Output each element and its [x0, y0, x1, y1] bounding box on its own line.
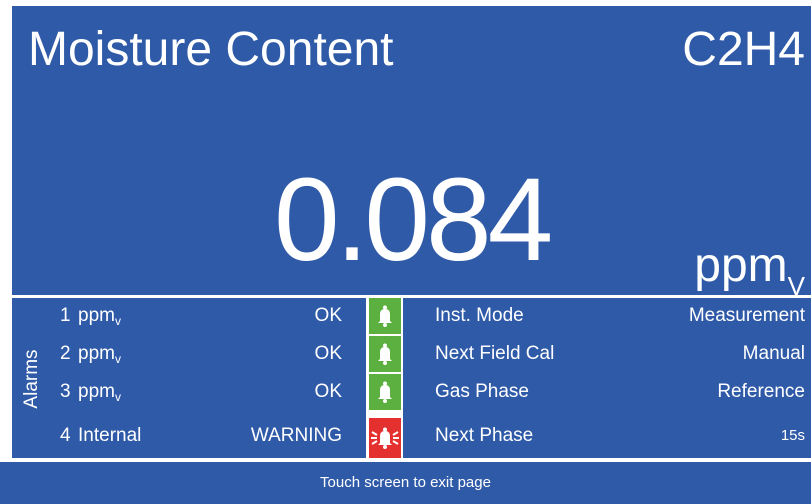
alarm-4-bell-alarm-icon: [369, 418, 401, 458]
info-value: Reference: [717, 381, 805, 402]
info-value: 15s: [780, 427, 805, 444]
alarms-panel: Alarms 1 ppmv OK 2 ppmv OK 3 ppmv OK 4 I…: [12, 298, 366, 458]
info-row-inst-mode: Inst. Mode Measurement: [403, 298, 811, 334]
alarm-number: 3: [60, 381, 71, 402]
alarm-name: ppmv: [78, 298, 121, 339]
alarm-name: Internal: [78, 418, 141, 459]
alarm-name-text: ppm: [78, 305, 115, 326]
alarm-number: 2: [60, 343, 71, 364]
info-row-next-phase: Next Phase 15s: [403, 418, 811, 454]
moisture-screen[interactable]: Moisture Content C2H4 0.084 ppmV Alarms …: [0, 0, 811, 504]
alarm-name-text: Internal: [78, 425, 142, 446]
info-label: Gas Phase: [435, 381, 529, 402]
alarm-row-1: 1 ppmv OK: [12, 298, 366, 334]
alarm-name-text: ppm: [78, 343, 115, 364]
alarm-name-subscript: v: [114, 314, 121, 328]
alarm-bell-column: [369, 298, 401, 458]
gas-type-label: C2H4: [682, 23, 805, 76]
info-value: Manual: [742, 343, 805, 364]
alarm-2-bell-icon: [369, 336, 401, 372]
alarm-state: OK: [314, 305, 342, 326]
info-value: Measurement: [688, 305, 805, 326]
alarm-1-bell-icon: [369, 298, 401, 334]
info-row-gas-phase: Gas Phase Reference: [403, 374, 811, 410]
alarm-name-text: ppm: [78, 381, 115, 402]
exit-page-hint[interactable]: Touch screen to exit page: [0, 462, 811, 504]
alarm-name-subscript: v: [114, 390, 121, 404]
alarm-name: ppmv: [78, 374, 121, 415]
moisture-reading-value: 0.084: [274, 154, 553, 286]
alarm-row-4: 4 Internal WARNING: [12, 418, 366, 454]
reading-panel: Moisture Content C2H4 0.084 ppmV: [12, 6, 811, 301]
alarm-number: 1: [60, 305, 71, 326]
status-info-panel: Inst. Mode Measurement Next Field Cal Ma…: [403, 298, 811, 458]
info-row-next-field-cal: Next Field Cal Manual: [403, 336, 811, 372]
alarm-state: WARNING: [250, 425, 342, 446]
alarm-row-3: 3 ppmv OK: [12, 374, 366, 410]
alarm-row-2: 2 ppmv OK: [12, 336, 366, 372]
info-label: Next Phase: [435, 425, 534, 446]
alarm-state: OK: [314, 343, 342, 364]
info-label: Inst. Mode: [435, 305, 524, 326]
page-title: Moisture Content: [28, 23, 394, 76]
reading-unit-main: ppm: [694, 239, 788, 292]
alarm-name-subscript: v: [114, 352, 121, 366]
alarm-3-bell-icon: [369, 374, 401, 410]
alarm-name: ppmv: [78, 336, 121, 377]
info-label: Next Field Cal: [435, 343, 555, 364]
alarm-state: OK: [314, 381, 342, 402]
reading-unit-subscript: V: [787, 271, 805, 301]
alarm-number: 4: [60, 425, 71, 446]
